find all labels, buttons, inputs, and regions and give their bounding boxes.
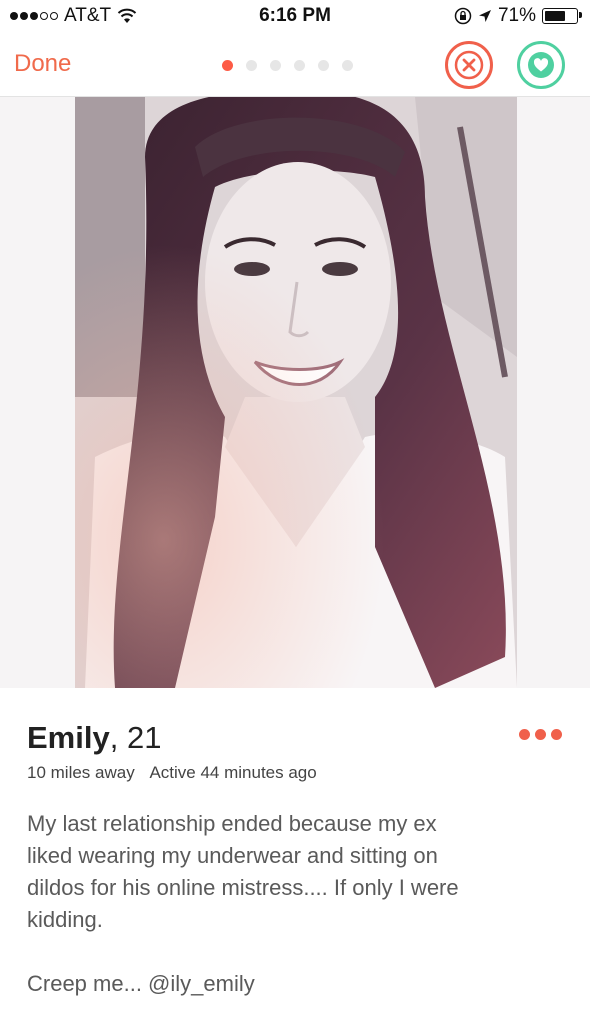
photo-page-indicator [222,60,353,71]
battery-icon [542,8,582,24]
page-indicator-dot [342,60,353,71]
heart-icon [528,52,554,78]
page-indicator-dot [246,60,257,71]
profile-photo-illustration [75,97,517,688]
profile-last-active: Active 44 minutes ago [149,763,317,782]
bio-line: dildos for his online mistress.... If on… [27,875,459,900]
profile-photo-area [0,97,590,688]
profile-bio: My last relationship ended because my ex… [27,808,567,1000]
page-indicator-dot [318,60,329,71]
bio-line: My last relationship ended because my ex [27,811,437,836]
profile-name: Emily [27,720,110,755]
bio-line: liked wearing my underwear and sitting o… [27,843,438,868]
nope-button[interactable] [445,41,493,89]
profile-photo[interactable] [75,97,517,688]
status-right: 71% [454,5,582,27]
more-options-icon[interactable] [519,729,562,740]
status-bar: AT&T 6:16 PM 71% [0,0,590,34]
location-arrow-icon [478,10,491,22]
bio-contact-line: Creep me... @ily_emily [27,971,255,996]
profile-age: 21 [126,720,162,755]
battery-percent: 71% [497,5,536,26]
profile-distance: 10 miles away [27,763,135,782]
page-indicator-dot [294,60,305,71]
page-indicator-dot [270,60,281,71]
profile-meta: 10 miles away Active 44 minutes ago [27,763,317,783]
nav-bar: Done [0,34,590,97]
battery-fill [545,11,565,21]
orientation-lock-icon [454,7,472,25]
page-indicator-dot [222,60,233,71]
done-button[interactable]: Done [14,50,71,78]
close-icon [454,50,484,80]
like-button[interactable] [517,41,565,89]
bio-line: kidding. [27,907,103,932]
name-age-separator: , [109,720,127,755]
profile-name-age: Emily, 21 [27,720,161,756]
